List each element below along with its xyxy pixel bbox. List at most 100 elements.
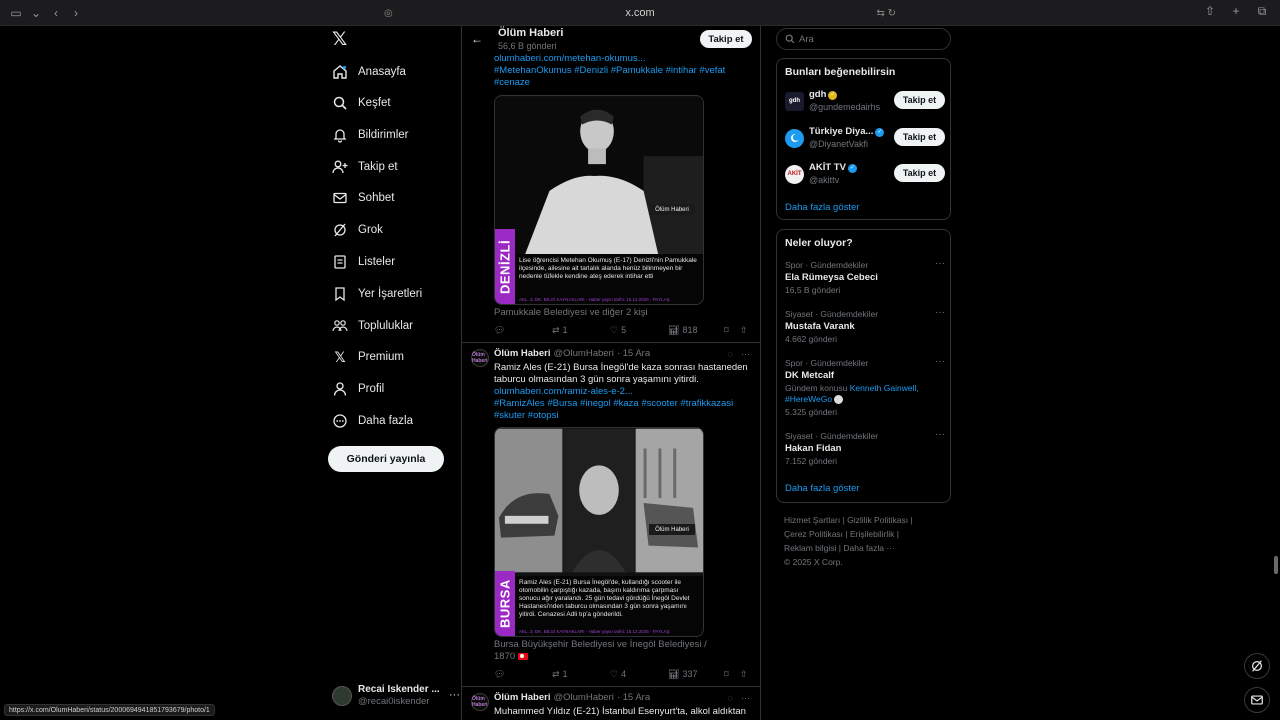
author-handle[interactable]: @OlumHaberi xyxy=(554,348,614,359)
author-handle[interactable]: @OlumHaberi xyxy=(554,692,614,703)
back-icon[interactable]: ‹ xyxy=(46,6,66,20)
new-tab-icon[interactable]: + xyxy=(1226,4,1246,19)
tabs-overview-icon[interactable]: ⧉ xyxy=(1252,4,1272,19)
grok-icon[interactable]: ◌ xyxy=(728,349,733,359)
show-more-link[interactable]: Daha fazla göster xyxy=(785,483,859,494)
trend-item[interactable]: Spor · Gündemdekiler Ela Rümeysa Cebeci … xyxy=(785,258,945,295)
author-name[interactable]: Ölüm Haberi xyxy=(494,348,551,359)
site-settings-icon[interactable]: ◎ xyxy=(384,8,393,19)
tweet-header: Ölüm Haberi @OlumHaberi · 15 Ara ◌ ··· xyxy=(494,692,756,703)
tagged-users[interactable]: Bursa Büyükşehir Belediyesi ve İnegöl Be… xyxy=(494,639,734,650)
trend-context-link[interactable]: Kenneth Gainwell, xyxy=(850,383,919,393)
tweet-media-image[interactable]: Ölüm Haberi BURSA Ramiz Ales (E-21) Burs… xyxy=(494,427,704,637)
sidebar-toggle-icon[interactable]: ▭ xyxy=(6,6,26,20)
trend-item[interactable]: Spor · Gündemdekiler DK Metcalf Gündem k… xyxy=(785,356,945,417)
follow-button[interactable]: Takip et xyxy=(894,164,945,182)
tagged-users[interactable]: Pamukkale Belediyesi ve diğer 2 kişi xyxy=(494,307,734,318)
nav-item-follow[interactable]: Takip et xyxy=(332,155,398,179)
show-more-link[interactable]: Daha fazla göster xyxy=(785,202,859,213)
bookmark-button[interactable]: ⌑ xyxy=(724,669,740,680)
author-name[interactable]: Ölüm Haberi xyxy=(494,692,551,703)
nav-item-explore[interactable]: Keşfet xyxy=(332,91,391,115)
avatar[interactable]: Ölüm Haberi xyxy=(471,349,489,367)
trend-context-link[interactable]: #HereWeGo xyxy=(785,394,832,404)
suggestion-item[interactable]: Türkiye Diya... ✓ @DiyanetVakfi Takip et xyxy=(785,126,945,150)
search-box[interactable] xyxy=(776,28,951,50)
repost-button[interactable]: ⇄ 1 xyxy=(552,669,610,680)
nav-item-chat[interactable]: Sohbet xyxy=(332,186,394,210)
bookmark-button[interactable]: ⌑ xyxy=(724,325,740,336)
follow-button[interactable]: Takip et xyxy=(700,30,752,48)
footer-line[interactable]: Hizmet Şartları | Gizlilik Politikası | xyxy=(784,513,954,527)
trend-item[interactable]: Siyaset · Gündemdekiler Mustafa Varank 4… xyxy=(785,307,945,344)
views-icon: 📊︎ xyxy=(668,324,680,335)
tweet-hashtags[interactable]: #RamizAles #Bursa #inegol #kaza #scooter… xyxy=(494,398,756,410)
like-button[interactable]: ♡ 5 xyxy=(610,325,668,336)
reply-button[interactable]: 💬︎ xyxy=(494,669,552,680)
scrollbar[interactable] xyxy=(1274,556,1278,574)
media-footer: AKL. 3. DK. BİLGİ KAYNAKLARI · Haber yay… xyxy=(519,297,670,302)
forward-icon[interactable]: › xyxy=(66,6,86,20)
share-button[interactable]: ⇧ xyxy=(740,325,756,336)
x-logo-icon[interactable]: 𝕏 xyxy=(332,30,350,49)
grok-icon xyxy=(1252,660,1262,672)
bookmark-icon xyxy=(332,286,348,302)
more-icon[interactable]: ··· xyxy=(935,258,945,269)
nav-item-communities[interactable]: Topluluklar xyxy=(332,314,413,338)
nav-item-notifications[interactable]: Bildirimler xyxy=(332,123,408,147)
post-button[interactable]: Gönderi yayınla xyxy=(328,446,444,472)
nav-item-profile[interactable]: Profil xyxy=(332,377,384,401)
account-switcher[interactable]: Recai Iskender ... @recai0iskender ··· xyxy=(332,681,460,711)
messages-float-button[interactable] xyxy=(1244,687,1270,713)
share-button[interactable]: ⇧ xyxy=(740,669,756,680)
reply-button[interactable]: 💬︎ xyxy=(494,325,552,336)
more-icon[interactable]: ··· xyxy=(449,689,460,701)
photo-collage xyxy=(495,428,703,573)
tweet-date[interactable]: · 15 Ara xyxy=(617,692,650,703)
tweet-hashtags[interactable]: #MetehanOkumus #Denizli #Pamukkale #inti… xyxy=(494,65,756,77)
crescent-icon xyxy=(790,134,800,142)
follow-button[interactable]: Takip et xyxy=(894,128,945,146)
like-button[interactable]: ♡ 4 xyxy=(610,669,668,680)
media-footer: AKL. 3. DK. BİLGİ KAYNAKLARI · Haber yay… xyxy=(519,629,670,634)
repost-button[interactable]: ⇄ 1 xyxy=(552,325,610,336)
nav-item-lists[interactable]: Listeler xyxy=(332,250,395,274)
heart-icon: ♡ xyxy=(610,324,619,335)
suggestion-item[interactable]: gdh gdh ✓ @gundemedairhs Takip et xyxy=(785,89,945,113)
tweet-date[interactable]: · 15 Ara xyxy=(617,348,650,359)
address-bar[interactable]: ◎ x.com ⇆ ↻ xyxy=(380,4,900,22)
tweet-hashtags[interactable]: #skuter #otopsi xyxy=(494,410,756,422)
more-icon[interactable]: ··· xyxy=(935,356,945,367)
back-arrow-icon[interactable]: ← xyxy=(471,32,483,46)
nav-item-home[interactable]: Anasayfa xyxy=(332,60,406,84)
person-add-icon xyxy=(332,159,348,175)
views-button[interactable]: 📊︎ 337 xyxy=(668,669,724,680)
grok-float-button[interactable] xyxy=(1244,653,1270,679)
nav-item-grok[interactable]: Grok xyxy=(332,218,383,242)
nav-item-bookmarks[interactable]: Yer İşaretleri xyxy=(332,282,422,306)
tweet-media-image[interactable]: Ölüm Haberi DENİZLİ Lise öğrencisi Meteh… xyxy=(494,95,704,305)
more-icon[interactable]: ··· xyxy=(741,349,750,359)
trend-category: Siyaset · Gündemdekiler xyxy=(785,431,879,441)
tweet-link[interactable]: olumhaberi.com/ramiz-ales-e-2... xyxy=(494,386,756,398)
tagged-users-continued[interactable]: 1870 xyxy=(494,651,734,662)
grok-icon[interactable]: ◌ xyxy=(728,693,733,703)
tweet-hashtags[interactable]: #cenaze xyxy=(494,77,756,89)
tweet-link[interactable]: olumhaberi.com/metehan-okumus... xyxy=(494,53,756,65)
chevron-down-icon[interactable]: ⌄ xyxy=(26,6,46,20)
follow-button[interactable]: Takip et xyxy=(894,91,945,109)
trend-item[interactable]: Siyaset · Gündemdekiler Hakan Fidan 7.15… xyxy=(785,429,945,466)
footer-line[interactable]: Çerez Politikası | Erişilebilirlik | xyxy=(784,527,954,541)
search-input[interactable] xyxy=(799,33,939,45)
views-button[interactable]: 📊︎ 818 xyxy=(668,325,724,336)
nav-item-premium[interactable]: 𝕏 Premium xyxy=(332,345,404,369)
footer-line[interactable]: Reklam bilgisi | Daha fazla ··· xyxy=(784,541,954,555)
translate-icon[interactable]: ⇆ ↻ xyxy=(876,8,896,19)
nav-item-more[interactable]: Daha fazla xyxy=(332,409,413,433)
share-icon[interactable]: ⇧ xyxy=(1200,4,1220,19)
suggestion-item[interactable]: AKİT AKİT TV ✓ @akittv Takip et xyxy=(785,162,945,186)
avatar[interactable]: Ölüm Haberi xyxy=(471,693,489,711)
more-icon[interactable]: ··· xyxy=(935,307,945,318)
more-icon[interactable]: ··· xyxy=(741,693,750,703)
more-icon[interactable]: ··· xyxy=(935,429,945,440)
